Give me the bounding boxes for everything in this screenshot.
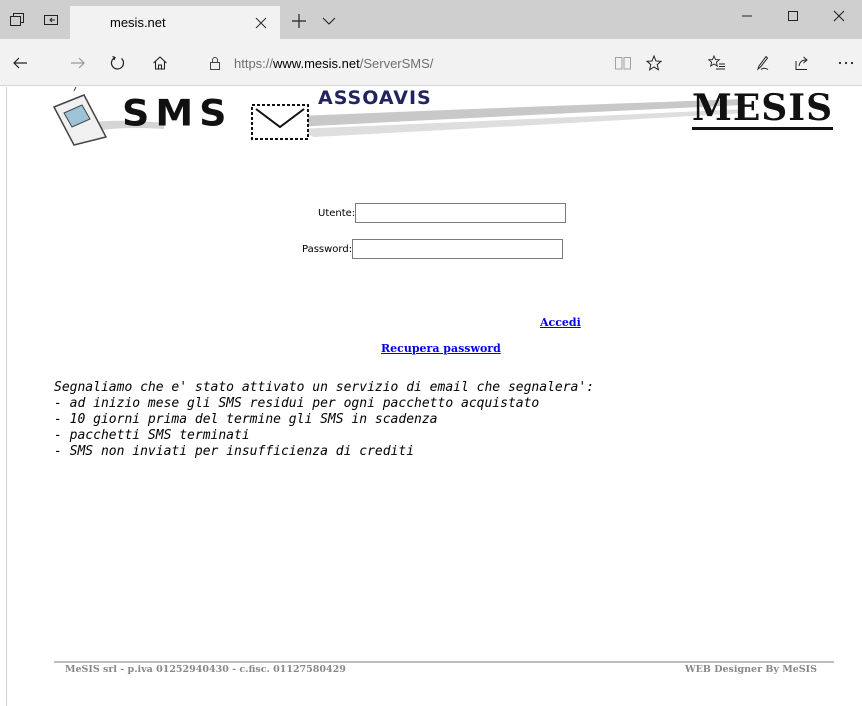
password-label: Password: (302, 243, 353, 255)
phone-icon (52, 87, 108, 146)
mesis-logo: MESIS (692, 87, 834, 130)
notice-line: - 10 giorni prima del termine gli SMS in… (54, 412, 438, 427)
new-tab-icon[interactable] (286, 8, 312, 34)
refresh-icon[interactable] (102, 47, 134, 79)
more-icon[interactable] (830, 47, 862, 79)
password-input[interactable] (352, 239, 564, 259)
close-tab-icon[interactable] (248, 10, 274, 36)
sms-logo: SMS (122, 92, 233, 134)
footer-company-info: MeSIS srl - p.iva 01252940430 - c.fisc. … (65, 664, 346, 675)
user-label: Utente: (318, 207, 356, 219)
notice-line: - pacchetti SMS terminati (54, 428, 250, 443)
tab-actions-icon[interactable] (0, 0, 34, 39)
assoavis-logo: ASSOAVIS (318, 87, 432, 109)
maximize-icon[interactable] (770, 0, 816, 32)
reading-view-icon[interactable] (607, 47, 639, 79)
lock-icon (208, 56, 222, 70)
password-row: Password: (302, 239, 564, 259)
browser-tab[interactable]: mesis.net (70, 6, 280, 39)
login-link[interactable]: Accedi (540, 316, 581, 329)
pen-icon[interactable] (746, 47, 778, 79)
favorites-list-icon[interactable] (701, 47, 733, 79)
notice-text: Segnaliamo che e' stato attivato un serv… (54, 380, 594, 460)
notice-line: - SMS non inviati per insufficienza di c… (54, 444, 415, 459)
envelope-icon (250, 103, 310, 141)
minimize-icon[interactable] (724, 0, 770, 32)
navigation-bar: https://www.mesis.net/ServerSMS/ (0, 39, 862, 86)
user-row: Utente: (318, 203, 567, 223)
chevron-down-icon[interactable] (316, 8, 342, 34)
forward-arrow-icon[interactable] (62, 47, 94, 79)
tab-title: mesis.net (110, 15, 166, 30)
address-bar[interactable]: https://www.mesis.net/ServerSMS/ (208, 48, 666, 78)
tab-aside-icon[interactable] (34, 0, 68, 39)
recover-password-link[interactable]: Recupera password (381, 342, 501, 355)
notice-line: Segnaliamo che e' stato attivato un serv… (54, 380, 595, 395)
footer-credits: WEB Designer By MeSIS (685, 664, 817, 675)
star-icon[interactable] (638, 47, 670, 79)
notice-line: - ad inizio mese gli SMS residui per ogn… (54, 396, 540, 411)
footer-divider (54, 661, 834, 663)
user-input[interactable] (355, 203, 567, 223)
share-icon[interactable] (786, 47, 818, 79)
home-icon[interactable] (144, 47, 176, 79)
back-arrow-icon[interactable] (4, 47, 36, 79)
close-window-icon[interactable] (816, 0, 862, 32)
web-page: SMS ASSOAVIS MESIS Utente: Password: Acc… (0, 87, 862, 706)
url-text: https://www.mesis.net/ServerSMS/ (234, 55, 434, 71)
page-border (6, 87, 7, 706)
